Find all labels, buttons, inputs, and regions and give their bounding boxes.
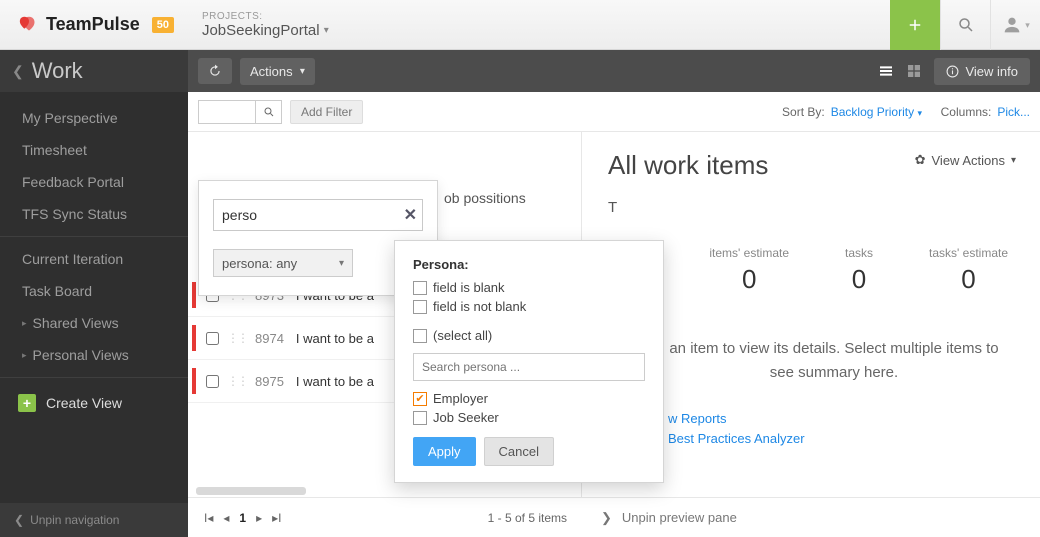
sort-by-dropdown[interactable]: Backlog Priority ▾ [831, 105, 922, 119]
sidebar-title: Work [32, 58, 83, 84]
create-view-button[interactable]: + Create View [0, 384, 188, 422]
chevron-down-icon: ▾ [1025, 20, 1030, 31]
sidebar-item-shared-views[interactable]: ▸Shared Views [0, 307, 188, 339]
select-all-option[interactable]: (select all) [413, 328, 645, 343]
chevron-down-icon: ▾ [917, 108, 922, 118]
caret-right-icon: ▸ [22, 350, 27, 361]
grid-view-toggle[interactable] [900, 57, 928, 85]
sidebar-item-my-perspective[interactable]: My Perspective [0, 102, 188, 134]
item-title: I want to be a [296, 331, 374, 346]
search-icon [957, 16, 975, 34]
partial-row-title: ob possitions [444, 190, 526, 206]
brand-logo: TeamPulse [18, 14, 140, 36]
page-first[interactable]: I◂ [204, 511, 213, 525]
horizontal-scrollbar[interactable] [196, 487, 306, 495]
pagination-bar: I◂ ◂ 1 ▸ ▸I 1 - 5 of 5 items [188, 497, 583, 537]
unpin-preview-pane[interactable]: ❯ Unpin preview pane [583, 497, 1040, 537]
page-prev[interactable]: ◂ [223, 511, 229, 525]
row-checkbox[interactable] [206, 332, 219, 345]
link-reports[interactable]: w Reports [668, 411, 1014, 426]
chevron-left-icon: ❮ [12, 63, 24, 80]
page-current: 1 [239, 511, 246, 525]
view-actions-dropdown[interactable]: ✿ View Actions ▾ [915, 152, 1016, 168]
total-label-cut: T [608, 199, 1014, 216]
project-name: JobSeekingPortal [202, 22, 320, 39]
field-not-blank-option[interactable]: field is not blank [413, 299, 645, 314]
drag-handle-icon[interactable]: ⋮⋮ [227, 374, 247, 388]
preview-hint: an item to view its details. Select mult… [608, 337, 1014, 385]
plus-icon: + [18, 394, 36, 412]
chevron-down-icon: ▾ [1011, 155, 1016, 166]
chevron-down-icon: ▾ [339, 258, 344, 269]
project-selector[interactable]: PROJECTS: JobSeekingPortal ▾ [202, 11, 329, 39]
gear-icon: ✿ [915, 152, 926, 168]
refresh-button[interactable] [198, 58, 232, 84]
status-stripe [192, 368, 196, 394]
drag-handle-icon[interactable]: ⋮⋮ [227, 331, 247, 345]
apply-button[interactable]: Apply [413, 437, 476, 466]
main: Actions ▾ View info Add Filter Sort By: [188, 50, 1040, 537]
add-filter-button[interactable]: Add Filter [290, 100, 363, 124]
persona-option-jobseeker[interactable]: Job Seeker [413, 410, 645, 425]
brand-name: TeamPulse [46, 14, 140, 35]
item-id: 8974 [255, 331, 284, 346]
sidebar-item-feedback-portal[interactable]: Feedback Portal [0, 166, 188, 198]
field-blank-option[interactable]: field is blank [413, 280, 645, 295]
notification-badge[interactable]: 50 [152, 17, 174, 33]
caret-right-icon: ▸ [22, 318, 27, 329]
item-id: 8975 [255, 374, 284, 389]
status-stripe [192, 282, 196, 308]
link-best-practices[interactable]: Best Practices Analyzer [668, 431, 1014, 446]
chevron-down-icon: ▾ [324, 25, 329, 36]
projects-label: PROJECTS: [202, 11, 329, 22]
add-button[interactable] [890, 0, 940, 50]
persona-filter-popup: Persona: field is blank field is not bla… [394, 240, 664, 483]
items-list-pane: ob possitions ✕ persona: any ▾ Persona: … [188, 132, 582, 537]
user-icon [1001, 14, 1023, 36]
unpin-navigation[interactable]: ❮ Unpin navigation [0, 503, 188, 537]
view-info-button[interactable]: View info [934, 58, 1030, 85]
row-checkbox[interactable] [206, 375, 219, 388]
page-range: 1 - 5 of 5 items [488, 511, 567, 525]
grid-icon [906, 63, 922, 79]
persona-search-input[interactable] [413, 353, 645, 381]
columns-picker[interactable]: Pick... [997, 105, 1030, 119]
filter-attribute-select[interactable]: persona: any ▾ [213, 249, 353, 277]
item-title: I want to be a [296, 374, 374, 389]
sidebar: ❮ Work My Perspective Timesheet Feedback… [0, 50, 188, 537]
sidebar-header[interactable]: ❮ Work [0, 50, 188, 92]
persona-option-employer[interactable]: ✔Employer [413, 391, 645, 406]
chevron-right-icon: ❯ [601, 510, 612, 526]
sidebar-item-current-iteration[interactable]: Current Iteration [0, 243, 188, 275]
cancel-button[interactable]: Cancel [484, 437, 554, 466]
actions-dropdown[interactable]: Actions ▾ [240, 58, 315, 85]
page-next[interactable]: ▸ [256, 511, 262, 525]
pulse-icon [18, 14, 40, 36]
filter-bar: Add Filter Sort By: Backlog Priority ▾ C… [188, 92, 1040, 132]
quick-search-button[interactable] [256, 100, 282, 124]
chevron-down-icon: ▾ [300, 66, 305, 77]
list-view-toggle[interactable] [872, 57, 900, 85]
sidebar-item-tfs-sync[interactable]: TFS Sync Status [0, 198, 188, 230]
sidebar-item-timesheet[interactable]: Timesheet [0, 134, 188, 166]
sidebar-item-personal-views[interactable]: ▸Personal Views [0, 339, 188, 371]
search-icon [263, 106, 275, 118]
topbar: TeamPulse 50 PROJECTS: JobSeekingPortal … [0, 0, 1040, 50]
sidebar-item-task-board[interactable]: Task Board [0, 275, 188, 307]
search-button[interactable] [940, 0, 990, 50]
plus-icon [906, 16, 924, 34]
clear-icon[interactable]: ✕ [404, 205, 417, 225]
persona-title: Persona: [413, 257, 645, 272]
status-stripe [192, 325, 196, 351]
stats-row: items5 items' estimate0 tasks0 tasks' es… [608, 246, 1014, 295]
toolbar: Actions ▾ View info [188, 50, 1040, 92]
refresh-icon [208, 64, 222, 78]
filter-search-input[interactable] [213, 199, 423, 231]
chevron-left-icon: ❮ [14, 513, 24, 527]
info-icon [946, 65, 959, 78]
quick-search-input[interactable] [198, 100, 256, 124]
user-menu[interactable]: ▾ [990, 0, 1040, 50]
list-icon [878, 63, 894, 79]
page-last[interactable]: ▸I [272, 511, 281, 525]
